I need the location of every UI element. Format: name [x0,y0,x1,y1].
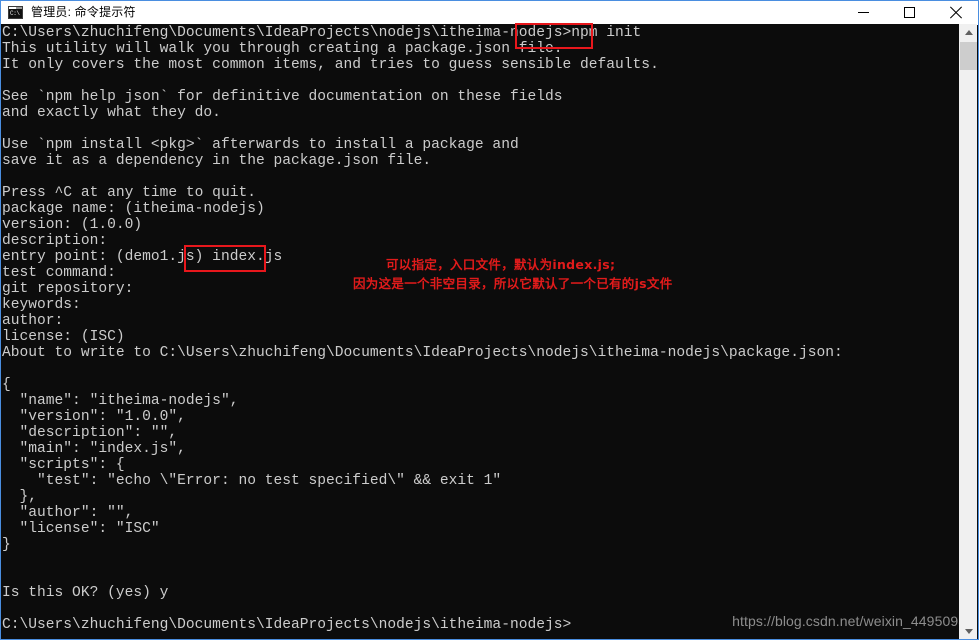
close-icon [949,6,962,19]
console-text: C:\Users\zhuchifeng\Documents\IdeaProjec… [2,25,843,633]
maximize-icon [903,7,915,18]
annotation-note-line-1: 可以指定，入口文件，默认为index.js; [386,257,616,272]
scrollbar-track[interactable] [960,70,977,623]
window-title: 管理员: 命令提示符 [31,5,136,19]
close-button[interactable] [932,1,978,24]
console-output-area[interactable]: C:\Users\zhuchifeng\Documents\IdeaProjec… [1,24,961,639]
chevron-down-icon [964,629,973,634]
vertical-scrollbar[interactable] [959,24,977,639]
title-bar[interactable]: C:\ 管理员: 命令提示符 [1,1,978,25]
cmd-console-icon: C:\ [8,5,24,21]
minimize-icon [857,12,869,13]
maximize-button[interactable] [886,1,932,24]
window-controls [840,1,978,24]
scroll-up-button[interactable] [960,24,977,41]
minimize-button[interactable] [840,1,886,24]
scroll-down-button[interactable] [960,623,977,639]
scrollbar-thumb[interactable] [960,42,977,70]
watermark-text: https://blog.csdn.net/weixin_44950987 [732,613,974,629]
command-prompt-window: C:\ 管理员: 命令提示符 C:\Users\zhuchifeng\Docum… [0,0,979,640]
cmd-icon-screen: C:\ [9,8,22,18]
chevron-up-icon [964,30,973,35]
annotation-note-line-2: 因为这是一个非空目录，所以它默认了一个已有的js文件 [353,276,673,291]
